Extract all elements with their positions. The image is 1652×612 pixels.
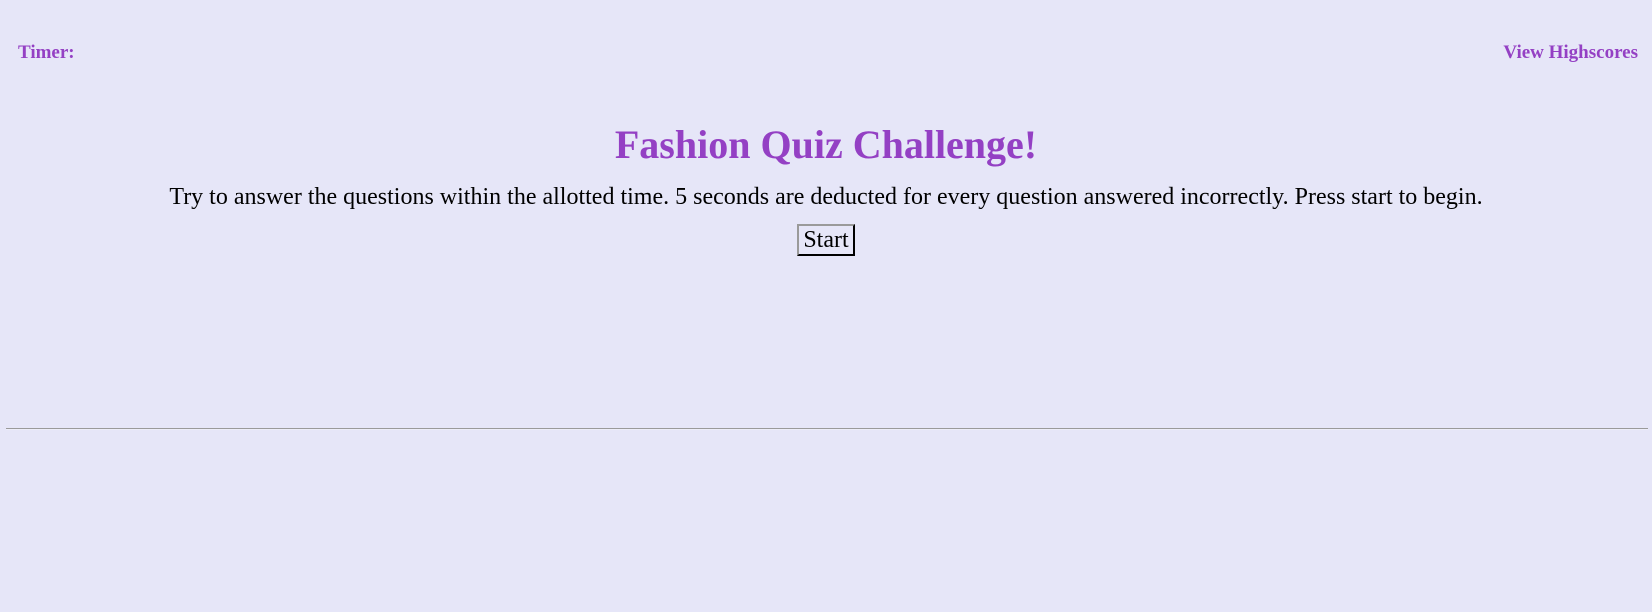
divider xyxy=(6,428,1648,430)
instructions-text: Try to answer the questions within the a… xyxy=(169,184,1483,210)
view-highscores-link[interactable]: View Highscores xyxy=(1503,40,1638,66)
start-button[interactable]: Start xyxy=(797,224,855,256)
timer-label: Timer: xyxy=(18,42,75,63)
quiz-intro: Fashion Quiz Challenge! Try to answer th… xyxy=(0,118,1652,256)
top-bar: Timer: View Highscores xyxy=(0,40,1652,66)
page-title: Fashion Quiz Challenge! xyxy=(614,122,1038,167)
